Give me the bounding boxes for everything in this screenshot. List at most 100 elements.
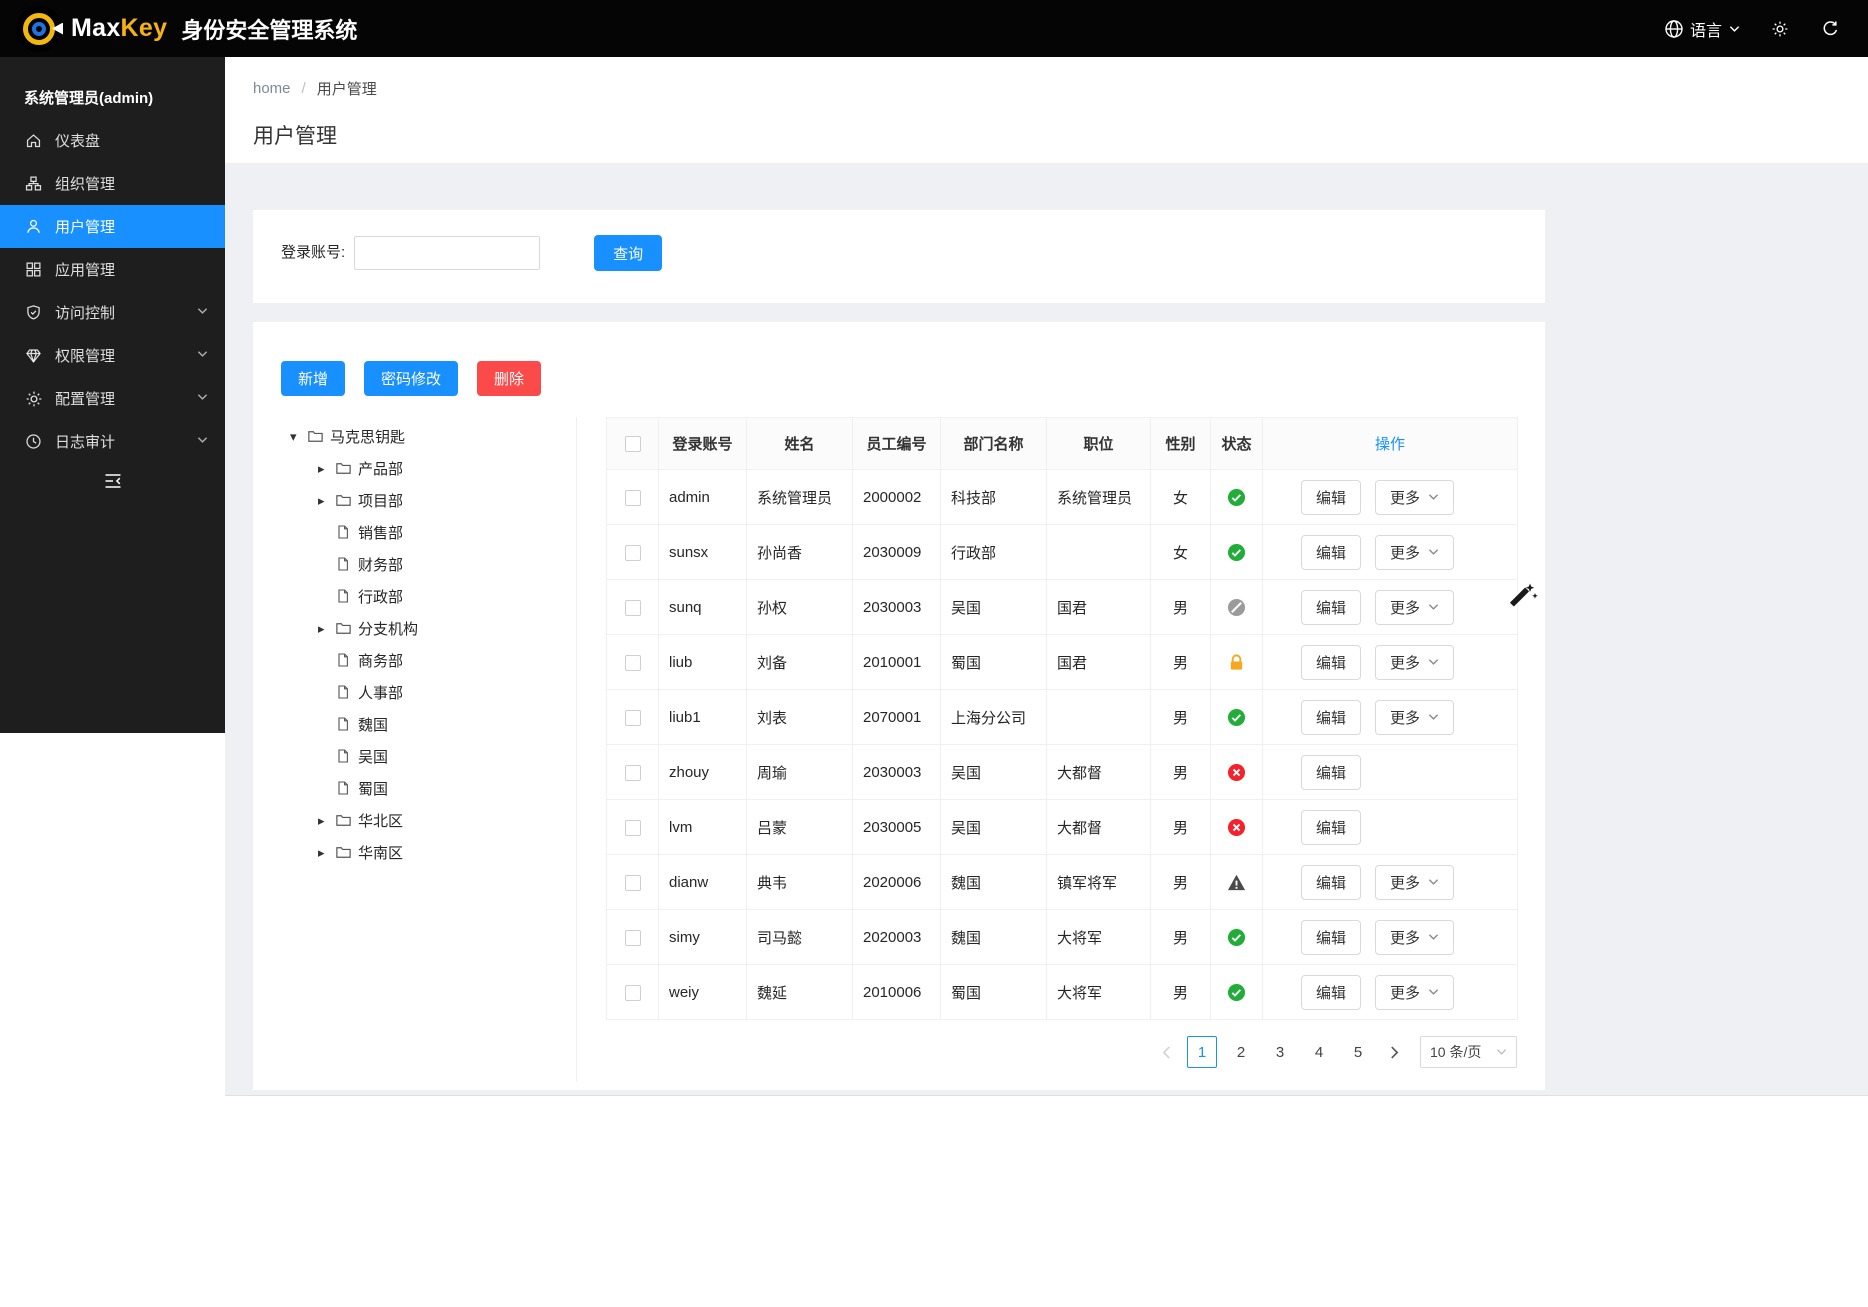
tree-item[interactable]: 财务部 bbox=[253, 548, 576, 580]
tree-item[interactable]: ▸华北区 bbox=[253, 804, 576, 836]
more-button[interactable]: 更多 bbox=[1375, 535, 1454, 570]
sidebar-item-audit[interactable]: 日志审计 bbox=[0, 420, 225, 463]
row-checkbox[interactable] bbox=[625, 820, 641, 836]
more-button[interactable]: 更多 bbox=[1375, 920, 1454, 955]
cell-employee-id: 2070001 bbox=[853, 690, 941, 745]
sidebar-item-access[interactable]: 访问控制 bbox=[0, 291, 225, 334]
cell-name: 孙尚香 bbox=[747, 525, 853, 580]
logout-refresh-icon[interactable] bbox=[1820, 19, 1840, 39]
tree-item[interactable]: 销售部 bbox=[253, 516, 576, 548]
language-selector[interactable]: 语言 bbox=[1664, 17, 1740, 41]
caret-right-icon[interactable]: ▸ bbox=[318, 622, 334, 635]
caret-right-icon[interactable]: ▸ bbox=[318, 814, 334, 827]
sidebar-item-label: 日志审计 bbox=[55, 431, 115, 452]
status-active-icon bbox=[1227, 543, 1246, 562]
select-all-checkbox[interactable] bbox=[625, 436, 641, 452]
breadcrumb-current: 用户管理 bbox=[317, 78, 377, 99]
edit-button[interactable]: 编辑 bbox=[1301, 810, 1361, 845]
gear-icon bbox=[25, 390, 42, 407]
more-button[interactable]: 更多 bbox=[1375, 865, 1454, 900]
prev-page-button[interactable] bbox=[1154, 1036, 1178, 1068]
table-row: lvm吕蒙2030005吴国大都督男编辑 bbox=[607, 800, 1518, 855]
cell-position: 国君 bbox=[1047, 580, 1151, 635]
chevron-down-icon bbox=[1428, 878, 1439, 886]
menu-fold-icon[interactable] bbox=[103, 471, 123, 491]
tree-item[interactable]: ▸华南区 bbox=[253, 836, 576, 868]
change-password-button[interactable]: 密码修改 bbox=[364, 361, 458, 396]
folder-icon bbox=[335, 844, 352, 861]
sidebar: 系统管理员(admin) 仪表盘组织管理用户管理应用管理访问控制权限管理配置管理… bbox=[0, 57, 225, 733]
tree-item[interactable]: ▸产品部 bbox=[253, 452, 576, 484]
sidebar-item-apps[interactable]: 应用管理 bbox=[0, 248, 225, 291]
tree-item[interactable]: 人事部 bbox=[253, 676, 576, 708]
sidebar-item-dashboard[interactable]: 仪表盘 bbox=[0, 119, 225, 162]
tree-item[interactable]: ▸项目部 bbox=[253, 484, 576, 516]
sidebar-item-perm[interactable]: 权限管理 bbox=[0, 334, 225, 377]
tree-item[interactable]: 商务部 bbox=[253, 644, 576, 676]
tree-item[interactable]: ▸分支机构 bbox=[253, 612, 576, 644]
sidebar-item-config[interactable]: 配置管理 bbox=[0, 377, 225, 420]
page-button-3[interactable]: 3 bbox=[1265, 1036, 1295, 1068]
more-button[interactable]: 更多 bbox=[1375, 590, 1454, 625]
edit-button[interactable]: 编辑 bbox=[1301, 480, 1361, 515]
more-button[interactable]: 更多 bbox=[1375, 700, 1454, 735]
row-checkbox[interactable] bbox=[625, 655, 641, 671]
edit-button[interactable]: 编辑 bbox=[1301, 700, 1361, 735]
cell-name: 吕蒙 bbox=[747, 800, 853, 855]
cell-position bbox=[1047, 525, 1151, 580]
delete-button[interactable]: 删除 bbox=[477, 361, 541, 396]
breadcrumb-home[interactable]: home bbox=[253, 80, 291, 97]
sidebar-item-users[interactable]: 用户管理 bbox=[0, 205, 225, 248]
cell-employee-id: 2000002 bbox=[853, 470, 941, 525]
more-button[interactable]: 更多 bbox=[1375, 645, 1454, 680]
app-icon bbox=[25, 261, 42, 278]
tree-item[interactable]: 魏国 bbox=[253, 708, 576, 740]
row-checkbox[interactable] bbox=[625, 600, 641, 616]
edit-button[interactable]: 编辑 bbox=[1301, 645, 1361, 680]
page-size-select[interactable]: 10 条/页 bbox=[1420, 1036, 1517, 1068]
caret-right-icon[interactable]: ▸ bbox=[318, 462, 334, 475]
table-row: sunq孙权2030003吴国国君男编辑更多 bbox=[607, 580, 1518, 635]
sidebar-item-org[interactable]: 组织管理 bbox=[0, 162, 225, 205]
edit-button[interactable]: 编辑 bbox=[1301, 865, 1361, 900]
edit-button[interactable]: 编辑 bbox=[1301, 535, 1361, 570]
row-checkbox[interactable] bbox=[625, 765, 641, 781]
cell-name: 魏延 bbox=[747, 965, 853, 1020]
next-page-button[interactable] bbox=[1382, 1036, 1406, 1068]
tree-item[interactable]: ▾马克思钥匙 bbox=[253, 420, 576, 452]
caret-right-icon[interactable]: ▸ bbox=[318, 494, 334, 507]
tree-item[interactable]: 蜀国 bbox=[253, 772, 576, 804]
page-button-4[interactable]: 4 bbox=[1304, 1036, 1334, 1068]
settings-gear-icon[interactable] bbox=[1770, 19, 1790, 39]
page-button-1[interactable]: 1 bbox=[1187, 1036, 1217, 1068]
page-button-2[interactable]: 2 bbox=[1226, 1036, 1256, 1068]
status-disabled-icon bbox=[1227, 598, 1246, 617]
row-checkbox[interactable] bbox=[625, 545, 641, 561]
cell-status bbox=[1211, 965, 1263, 1020]
page-button-5[interactable]: 5 bbox=[1343, 1036, 1373, 1068]
edit-button[interactable]: 编辑 bbox=[1301, 590, 1361, 625]
sidebar-item-label: 组织管理 bbox=[55, 173, 115, 194]
row-checkbox[interactable] bbox=[625, 985, 641, 1001]
row-checkbox[interactable] bbox=[625, 875, 641, 891]
login-account-input[interactable] bbox=[354, 236, 540, 270]
tree-item[interactable]: 吴国 bbox=[253, 740, 576, 772]
cell-department: 行政部 bbox=[941, 525, 1047, 580]
caret-down-icon[interactable]: ▾ bbox=[290, 430, 306, 443]
add-button[interactable]: 新增 bbox=[281, 361, 345, 396]
query-button[interactable]: 查询 bbox=[594, 235, 662, 271]
more-button[interactable]: 更多 bbox=[1375, 480, 1454, 515]
row-checkbox[interactable] bbox=[625, 490, 641, 506]
sidebar-user: 系统管理员(admin) bbox=[0, 79, 225, 115]
edit-button[interactable]: 编辑 bbox=[1301, 975, 1361, 1010]
tree-item[interactable]: 行政部 bbox=[253, 580, 576, 612]
page-title: 用户管理 bbox=[253, 120, 337, 150]
folder-icon bbox=[335, 492, 352, 509]
caret-right-icon[interactable]: ▸ bbox=[318, 846, 334, 859]
status-locked-icon bbox=[1227, 653, 1246, 672]
row-checkbox[interactable] bbox=[625, 930, 641, 946]
row-checkbox[interactable] bbox=[625, 710, 641, 726]
more-button[interactable]: 更多 bbox=[1375, 975, 1454, 1010]
edit-button[interactable]: 编辑 bbox=[1301, 920, 1361, 955]
edit-button[interactable]: 编辑 bbox=[1301, 755, 1361, 790]
